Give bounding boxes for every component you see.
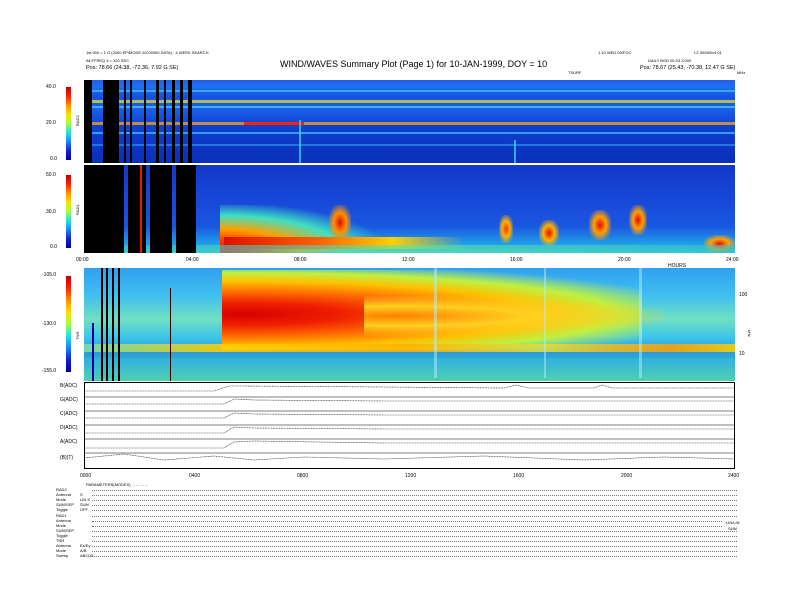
rad1-tick-bottom: 0.0: [50, 244, 57, 250]
rad1-tick-top: 50.0: [46, 172, 56, 178]
time-axis-2-tick-5: 2000: [621, 473, 633, 479]
rad2-label: RAD2: [75, 115, 80, 126]
time-axis-1-tick-2: 08:00: [294, 257, 307, 263]
tnr-right-tick-10: 10: [739, 351, 745, 357]
line-panel-label-5: (B)(T): [60, 455, 74, 461]
tnr-tick-bottom: -155.0: [42, 368, 57, 374]
line-panels-plot: [84, 384, 735, 461]
time-axis-1-tick-0: 00:00: [76, 257, 89, 263]
rad2-tick-mid: 20.0: [46, 120, 56, 126]
rad2-spectrogram: [84, 80, 735, 163]
rad2-color-bar: [66, 87, 71, 160]
param-label: Toggle: [56, 507, 68, 512]
time-axis-1-tick-3: 12:00: [402, 257, 415, 263]
param-value: OFF: [80, 507, 88, 512]
line-panel-label-4: A(ADC): [60, 439, 78, 445]
time-axis-2-tick-3: 1200: [405, 473, 417, 479]
time-axis-1-tick-1: 04:00: [186, 257, 199, 263]
tsurf-label: TSURF: [568, 70, 582, 75]
tnr-tick-mid: -130.0: [42, 321, 57, 327]
time-axis-2-tick-0: 0000: [80, 473, 92, 479]
header-info-left-2: All FFREQ 3 = 120 SEC: [86, 58, 130, 63]
mhz-unit-label: MHz: [737, 70, 746, 75]
tnr-right-unit: kHz: [747, 330, 752, 337]
header-info-right-3: DAILY BGD 00.03 3.000: [648, 58, 692, 63]
time-axis-1-tick-6: 24:00: [726, 257, 739, 263]
rad2-tick-top: 40.0: [46, 84, 56, 90]
header-info-left-1: 1st 000 = 1 O (2000 EP/MODE 0/C00000 DAT…: [86, 50, 209, 55]
rad2-tick-bottom: 0.0: [50, 156, 57, 162]
param-right-value-1: LIN/LIN: [726, 520, 740, 525]
line-panel-label-0: B(ADC): [60, 383, 78, 389]
header-info-right-1: 1.10 WED 00/FOC: [598, 50, 632, 55]
tnr-spectrogram: [84, 268, 735, 381]
time-axis-2-tick-1: 0400: [189, 473, 201, 479]
tnr-label: TNR: [75, 331, 80, 340]
tnr-color-bar: [66, 276, 71, 372]
rad1-label: RAD1: [75, 204, 80, 215]
rad1-tick-mid: 30.0: [46, 209, 56, 215]
line-panel-label-1: G(ADC): [60, 397, 78, 403]
rad1-color-bar: [66, 175, 71, 248]
tnr-right-tick-100: 100: [739, 292, 748, 298]
params-header: PARAMETERS(MODES) ... ... ... ...: [86, 482, 149, 487]
param-label: Sweep: [56, 553, 69, 558]
time-axis-2-tick-2: 0800: [297, 473, 309, 479]
page-title: WIND/WAVES Summary Plot (Page 1) for 10-…: [280, 59, 548, 69]
line-panel-label-3: D(ADC): [60, 425, 78, 431]
tnr-tick-top: -105.0: [42, 272, 57, 278]
header-position-left: Pos: 78.66 (24.38, -72.36, 7.92 G SE): [86, 65, 179, 71]
time-axis-1-tick-4: 16:00: [510, 257, 523, 263]
time-axis-2-tick-6: 2400: [728, 473, 740, 479]
rad1-spectrogram: [84, 165, 735, 253]
time-axis-2-tick-4: 1600: [513, 473, 525, 479]
header-position-right: Pos: 78.67 (25.43, -70.38, 12.47 G SE): [640, 65, 736, 71]
header-info-right-2: LZ 00/DB/v4.01: [694, 50, 722, 55]
time-axis-1-tick-5: 20:00: [618, 257, 631, 263]
line-panel-label-2: C(ADC): [60, 411, 78, 417]
